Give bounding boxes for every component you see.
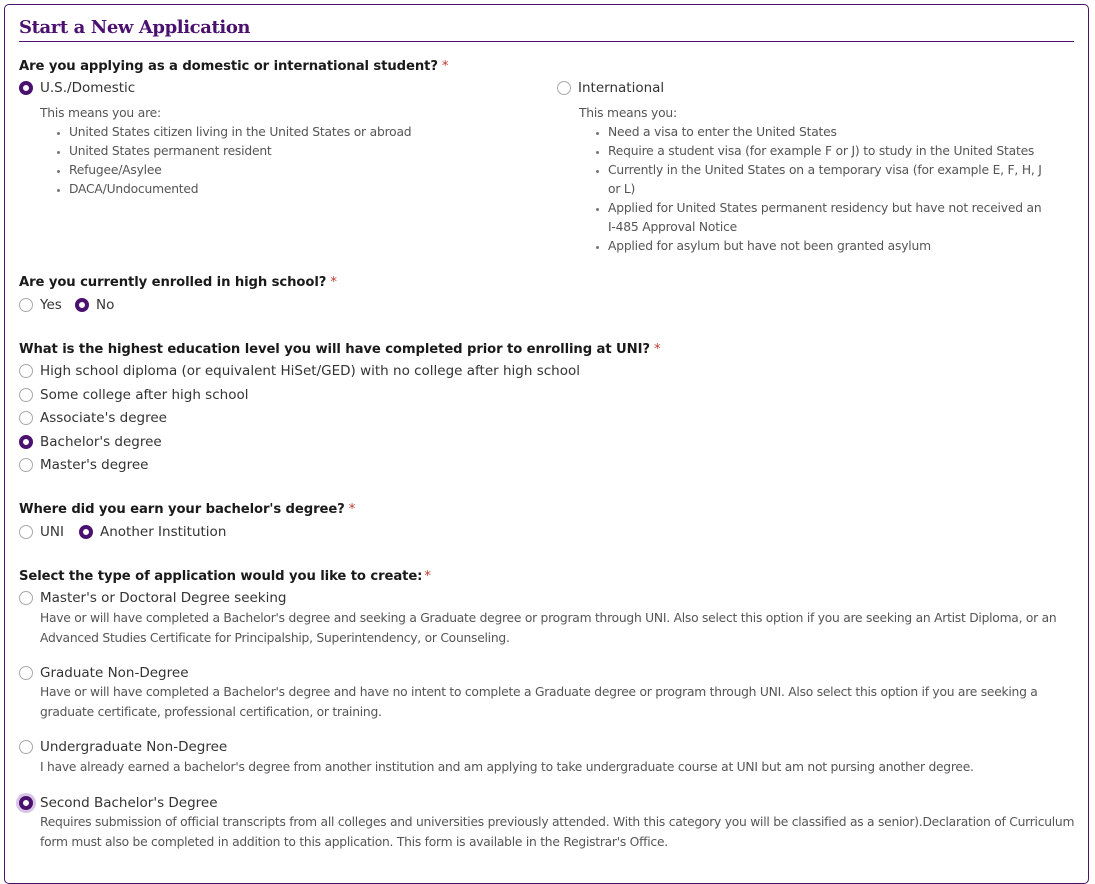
question-bachelor-institution: Where did you earn your bachelor's degre… <box>19 502 355 517</box>
list-item: United States citizen living in the Unit… <box>69 123 412 142</box>
radio-option-high-school-diploma[interactable]: High school diploma (or equivalent HiSet… <box>19 363 580 379</box>
radio-button-selected[interactable] <box>19 81 33 95</box>
option-description: Requires submission of official transcri… <box>40 815 1075 849</box>
option-label: Yes <box>40 297 62 313</box>
required-marker: * <box>330 275 337 290</box>
radio-button[interactable] <box>19 364 33 378</box>
radio-button-selected[interactable] <box>19 796 33 810</box>
list-item: Require a student visa (for example F or… <box>608 142 1049 161</box>
radio-option-associates[interactable]: Associate's degree <box>19 410 167 426</box>
option-label: High school diploma (or equivalent HiSet… <box>40 363 581 379</box>
radio-button-selected[interactable] <box>19 435 33 449</box>
page-title: Start a New Application <box>19 16 1074 42</box>
option-label: Second Bachelor's Degree <box>40 795 218 811</box>
radio-button[interactable] <box>19 411 33 425</box>
question-application-type: Select the type of application would you… <box>19 569 431 584</box>
international-description: This means you: Need a visa to enter the… <box>579 104 1049 256</box>
domestic-description: This means you are: United States citize… <box>40 104 412 199</box>
option-label: U.S./Domestic <box>40 80 136 96</box>
radio-option-bachelors[interactable]: Bachelor's degree <box>19 434 162 450</box>
list-item: United States permanent resident <box>69 142 411 161</box>
option-description: Have or will have completed a Bachelor's… <box>40 611 1057 645</box>
question-label: What is the highest education level you … <box>19 342 650 357</box>
question-label: Where did you earn your bachelor's degre… <box>19 502 345 517</box>
option-label: International <box>578 80 665 96</box>
domestic-criteria-list: United States citizen living in the Unit… <box>40 123 412 199</box>
question-high-school: Are you currently enrolled in high schoo… <box>19 275 337 290</box>
radio-option-yes[interactable]: Yes <box>19 297 62 313</box>
question-label: Are you currently enrolled in high schoo… <box>19 275 327 290</box>
description-intro: This means you are: <box>40 106 161 120</box>
radio-option-some-college[interactable]: Some college after high school <box>19 387 248 403</box>
radio-button[interactable] <box>19 298 33 312</box>
radio-button-selected[interactable] <box>79 525 93 539</box>
option-label: Master's degree <box>40 457 149 473</box>
list-item: DACA/Undocumented <box>69 180 411 199</box>
radio-option-no[interactable]: No <box>75 297 114 313</box>
option-label: Master's or Doctoral Degree seeking <box>40 590 287 606</box>
list-item: Applied for asylum but have not been gra… <box>608 237 1049 256</box>
option-description: Have or will have completed a Bachelor's… <box>40 685 1038 719</box>
option-label: Bachelor's degree <box>40 434 162 450</box>
required-marker: * <box>424 569 431 584</box>
option-label: No <box>96 297 115 313</box>
international-criteria-list: Need a visa to enter the United States R… <box>579 123 1049 256</box>
required-marker: * <box>441 59 449 74</box>
question-label: Select the type of application would you… <box>19 569 423 584</box>
radio-button[interactable] <box>19 666 33 680</box>
option-label: Another Institution <box>100 524 227 540</box>
radio-option-masters[interactable]: Master's degree <box>19 457 148 473</box>
option-label: UNI <box>40 524 64 540</box>
radio-option-another-institution[interactable]: Another Institution <box>79 524 226 540</box>
radio-button[interactable] <box>19 591 33 605</box>
radio-option-masters-doctoral[interactable]: Master's or Doctoral Degree seeking <box>19 590 287 606</box>
description-intro: This means you: <box>579 106 677 120</box>
required-marker: * <box>653 342 661 357</box>
radio-button-selected[interactable] <box>75 298 89 312</box>
list-item: Currently in the United States on a temp… <box>608 161 1049 199</box>
list-item: Need a visa to enter the United States <box>608 123 1049 142</box>
question-student-type: Are you applying as a domestic or intern… <box>19 59 448 74</box>
radio-button[interactable] <box>19 740 33 754</box>
radio-option-undergraduate-non-degree[interactable]: Undergraduate Non-Degree <box>19 739 227 755</box>
list-item: Applied for United States permanent resi… <box>608 199 1049 237</box>
radio-option-second-bachelors[interactable]: Second Bachelor's Degree <box>19 795 218 811</box>
list-item: Refugee/Asylee <box>69 161 411 180</box>
required-marker: * <box>348 502 356 517</box>
option-label: Graduate Non-Degree <box>40 665 189 681</box>
option-description: I have already earned a bachelor's degre… <box>40 760 974 774</box>
radio-option-domestic[interactable]: U.S./Domestic <box>19 80 135 96</box>
question-label: Are you applying as a domestic or intern… <box>19 59 438 74</box>
radio-button[interactable] <box>557 81 571 95</box>
radio-button[interactable] <box>19 388 33 402</box>
radio-button[interactable] <box>19 525 33 539</box>
radio-button[interactable] <box>19 458 33 472</box>
radio-option-graduate-non-degree[interactable]: Graduate Non-Degree <box>19 665 189 681</box>
option-label: Undergraduate Non-Degree <box>40 739 228 755</box>
option-label: Associate's degree <box>40 410 167 426</box>
radio-option-international[interactable]: International <box>557 80 664 96</box>
option-label: Some college after high school <box>40 387 249 403</box>
radio-option-uni[interactable]: UNI <box>19 524 64 540</box>
question-education-level: What is the highest education level you … <box>19 342 661 357</box>
